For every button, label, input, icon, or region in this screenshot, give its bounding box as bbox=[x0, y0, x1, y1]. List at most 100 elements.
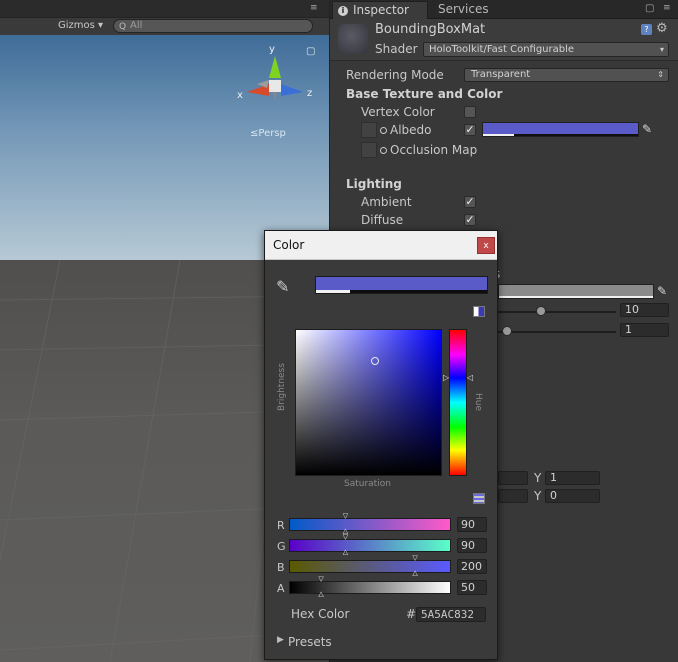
hue-label: Hue bbox=[473, 393, 483, 412]
tab-bar: i Inspector Services ▢ ≡ bbox=[330, 0, 678, 19]
hex-color-input[interactable]: 5A5AC832 bbox=[416, 607, 486, 622]
tab-services-label: Services bbox=[438, 2, 489, 16]
channel-g-thumb-bottom[interactable]: △ bbox=[343, 549, 348, 556]
occlusion-texture-slot[interactable] bbox=[361, 142, 377, 158]
tiling-x-field[interactable] bbox=[498, 471, 528, 485]
eyedropper-icon[interactable]: ✎ bbox=[276, 277, 289, 296]
lock-icon[interactable]: ▢ bbox=[645, 3, 654, 14]
channel-b-thumb-bottom[interactable]: △ bbox=[412, 570, 417, 577]
menu-icon[interactable]: ≡ bbox=[310, 3, 318, 13]
gizmos-dropdown[interactable]: Gizmos ▾ bbox=[54, 19, 107, 33]
preview-alpha-bar bbox=[316, 290, 351, 293]
presets-foldout[interactable]: Presets bbox=[288, 635, 332, 649]
ambient-checkbox[interactable]: ✓ bbox=[464, 196, 476, 208]
albedo-texture-slot[interactable] bbox=[361, 122, 377, 138]
color-picker-title: Color bbox=[273, 238, 305, 252]
axis-z-label: z bbox=[307, 88, 312, 99]
gloss-value-field[interactable]: 1 bbox=[620, 323, 669, 337]
gloss-slider-thumb[interactable] bbox=[502, 326, 512, 336]
occlusion-label: Occlusion Map bbox=[380, 143, 477, 157]
specular-color-field[interactable] bbox=[498, 284, 654, 299]
channel-g-thumb-top[interactable]: ▽ bbox=[343, 534, 348, 541]
base-texture-section-title: Base Texture and Color bbox=[346, 87, 503, 101]
channel-a-slider[interactable] bbox=[289, 581, 451, 594]
albedo-alpha-rest bbox=[514, 134, 638, 136]
tiling-y-label: Y bbox=[534, 471, 542, 485]
albedo-label: Albedo bbox=[380, 123, 432, 137]
chevron-down-icon: ▾ bbox=[659, 45, 664, 54]
eyedropper-icon[interactable]: ✎ bbox=[657, 284, 667, 298]
vertex-color-checkbox[interactable] bbox=[464, 106, 476, 118]
hue-marker-right[interactable]: ◁ bbox=[467, 373, 473, 382]
persp-toggle[interactable]: ≤Persp bbox=[250, 128, 286, 139]
scene-toolbar: Gizmos ▾ Q All ≡ bbox=[0, 0, 329, 35]
hex-color-label: Hex Color bbox=[291, 607, 350, 621]
shader-value: HoloToolkit/Fast Configurable bbox=[429, 44, 575, 55]
axis-y-label: y bbox=[269, 44, 275, 55]
material-header: BoundingBoxMat Shader HoloToolkit/Fast C… bbox=[330, 19, 678, 61]
offset-y-field[interactable]: 0 bbox=[545, 489, 600, 503]
gloss-slider-track[interactable] bbox=[498, 331, 616, 333]
material-thumbnail bbox=[338, 24, 368, 54]
search-icon: Q bbox=[119, 22, 127, 32]
channel-b-label: B bbox=[277, 561, 285, 574]
albedo-alpha-bar bbox=[483, 134, 514, 136]
menu-icon[interactable]: ≡ bbox=[663, 3, 671, 13]
saturation-brightness-box[interactable] bbox=[295, 329, 442, 476]
color-picker-window: Color x ✎ Brightness Saturation ▷ ◁ Hue … bbox=[264, 230, 498, 660]
rendering-mode-dropdown[interactable]: Transparent ⇕ bbox=[464, 68, 669, 82]
diffuse-checkbox[interactable]: ✓ bbox=[464, 214, 476, 226]
hue-marker-left[interactable]: ▷ bbox=[443, 373, 449, 382]
lock-icon[interactable]: ▢ bbox=[306, 46, 315, 57]
help-icon[interactable]: ? bbox=[641, 24, 652, 35]
scene-search-placeholder: All bbox=[130, 20, 143, 31]
channel-r-value[interactable]: 90 bbox=[457, 517, 487, 532]
channel-r-slider[interactable] bbox=[289, 518, 451, 531]
brightness-gradient bbox=[296, 330, 441, 475]
slider-mode-icon[interactable] bbox=[473, 493, 485, 504]
color-preview-swatch bbox=[315, 276, 488, 294]
channel-a-label: A bbox=[277, 582, 285, 595]
chevron-right-icon[interactable]: ▶ bbox=[277, 635, 284, 645]
tiling-y-field[interactable]: 1 bbox=[545, 471, 600, 485]
hue-strip[interactable] bbox=[449, 329, 467, 476]
occlusion-label-text: Occlusion Map bbox=[390, 143, 478, 157]
axis-x-label: x bbox=[237, 90, 243, 101]
tab-services[interactable]: Services bbox=[430, 1, 497, 19]
close-button[interactable]: x bbox=[477, 237, 495, 254]
persp-label: Persp bbox=[258, 128, 286, 139]
channel-a-thumb-bottom[interactable]: △ bbox=[318, 591, 323, 598]
specular-value-field[interactable]: 10 bbox=[620, 303, 669, 317]
specular-slider-track[interactable] bbox=[498, 311, 616, 313]
albedo-label-text: Albedo bbox=[390, 123, 432, 137]
channel-a-thumb-top[interactable]: ▽ bbox=[318, 576, 323, 583]
albedo-color-field[interactable] bbox=[482, 122, 639, 137]
shader-dropdown[interactable]: HoloToolkit/Fast Configurable ▾ bbox=[423, 42, 669, 57]
albedo-checkbox[interactable]: ✓ bbox=[464, 124, 476, 136]
channel-a-value[interactable]: 50 bbox=[457, 580, 487, 595]
channel-r-label: R bbox=[277, 519, 285, 532]
eyedropper-icon[interactable]: ✎ bbox=[642, 122, 652, 136]
channel-b-slider[interactable] bbox=[289, 560, 451, 573]
object-picker-icon[interactable] bbox=[380, 147, 387, 154]
color-picker-titlebar[interactable]: Color x bbox=[265, 231, 497, 260]
vertex-color-label: Vertex Color bbox=[361, 105, 435, 119]
color-cursor[interactable] bbox=[370, 356, 379, 365]
object-picker-icon[interactable] bbox=[380, 127, 387, 134]
channel-b-thumb-top[interactable]: ▽ bbox=[412, 555, 417, 562]
specular-slider-thumb[interactable] bbox=[536, 306, 546, 316]
offset-y-label: Y bbox=[534, 489, 542, 503]
channel-g-slider[interactable] bbox=[289, 539, 451, 552]
channel-g-value[interactable]: 90 bbox=[457, 538, 487, 553]
picker-mode-icon[interactable] bbox=[473, 306, 485, 317]
diffuse-label: Diffuse bbox=[361, 213, 404, 227]
channel-r-thumb-top[interactable]: ▽ bbox=[343, 513, 348, 520]
preview-alpha-rest bbox=[350, 290, 487, 293]
material-name: BoundingBoxMat bbox=[375, 22, 486, 37]
tab-inspector[interactable]: i Inspector bbox=[332, 1, 428, 19]
gear-icon[interactable]: ⚙ bbox=[656, 21, 668, 36]
hex-hash-label: # bbox=[406, 607, 417, 621]
scene-search-input[interactable]: Q All bbox=[113, 19, 313, 33]
offset-x-field[interactable] bbox=[498, 489, 528, 503]
channel-b-value[interactable]: 200 bbox=[457, 559, 487, 574]
